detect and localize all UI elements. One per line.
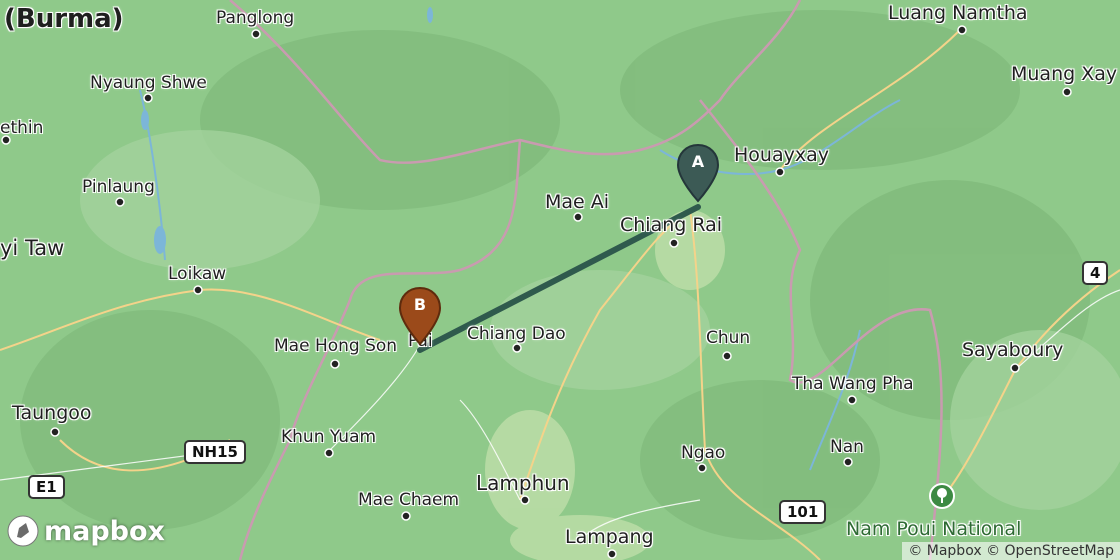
place-label-khun-yuam: Khun Yuam (281, 427, 377, 447)
place-label-pyi-taw: yi Taw (0, 236, 65, 260)
mapbox-logo[interactable]: mapbox (6, 514, 165, 548)
place-label-panglong: Panglong (216, 8, 295, 28)
place-label-muang-xay: Muang Xay (1011, 63, 1118, 85)
place-label-chun: Chun (706, 328, 751, 348)
marker-b[interactable]: B (398, 286, 442, 348)
tree-icon (929, 483, 955, 509)
place-label-lampang: Lampang (565, 526, 654, 548)
place-label-chiang-rai: Chiang Rai (620, 214, 723, 236)
place-label-tha-wang-pha: Tha Wang Pha (792, 374, 914, 394)
park-label-nam-poui: Nam Poui National (846, 518, 1022, 540)
place-label-mae-chaem: Mae Chaem (358, 490, 460, 510)
place-label-houayxay: Houayxay (734, 144, 829, 166)
country-label-burma: (Burma) (4, 4, 124, 34)
marker-b-label: B (413, 295, 427, 314)
mapbox-logo-icon (7, 515, 39, 547)
place-label-nan: Nan (830, 437, 864, 457)
marker-a[interactable]: A (676, 143, 720, 205)
place-label-taungoo: Taungoo (12, 402, 92, 424)
place-label-sayaboury: Sayaboury (962, 339, 1064, 361)
place-label-nyaung-shwe: Nyaung Shwe (90, 73, 207, 93)
road-shield-4: 4 (1082, 261, 1109, 285)
road-shield-e1: E1 (28, 475, 65, 499)
place-label-lamphun: Lamphun (476, 471, 570, 495)
place-label-chiang-dao: Chiang Dao (467, 324, 566, 344)
place-label-pinlaung: Pinlaung (82, 177, 155, 197)
place-label-thethin: ethin (0, 118, 44, 138)
map-attribution[interactable]: © Mapbox © OpenStreetMap (902, 542, 1120, 560)
place-label-ngao: Ngao (681, 443, 726, 463)
road-shield-101: 101 (779, 500, 827, 524)
place-label-luang-namtha: Luang Namtha (888, 2, 1028, 24)
map-canvas[interactable]: (Burma) Panglong Luang Namtha Muang Xay … (0, 0, 1120, 560)
road-shield-nh15: NH15 (184, 440, 246, 464)
marker-a-label: A (691, 152, 705, 171)
place-label-mae-ai: Mae Ai (545, 191, 610, 213)
place-label-mae-hong-son: Mae Hong Son (274, 336, 398, 356)
place-label-loikaw: Loikaw (168, 264, 227, 284)
mapbox-logo-text: mapbox (44, 515, 165, 547)
